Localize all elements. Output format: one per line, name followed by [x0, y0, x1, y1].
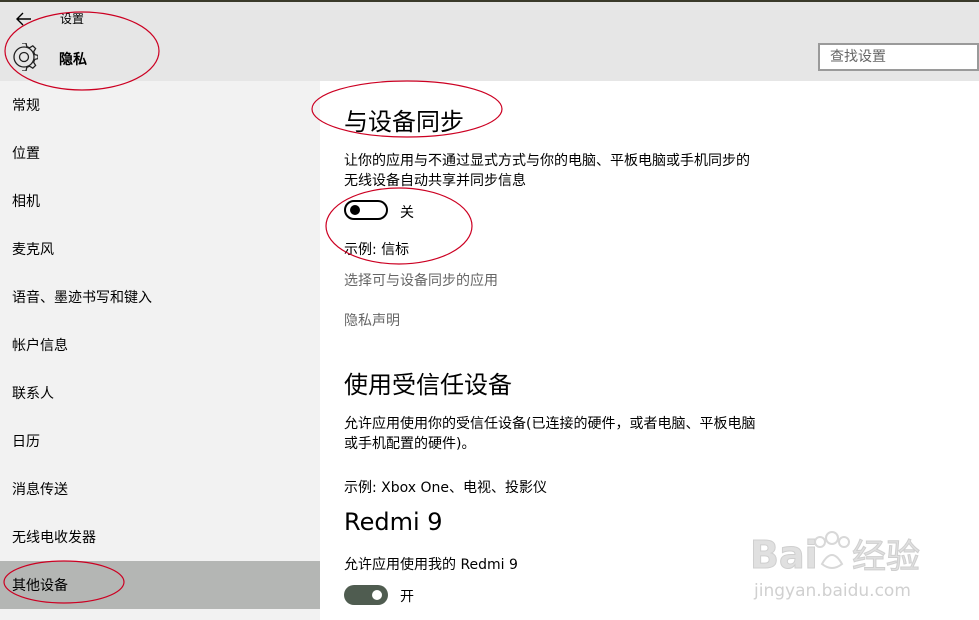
- app-title: 设置: [60, 12, 85, 26]
- gear-icon: [13, 43, 38, 71]
- privacy-statement-link[interactable]: 隐私声明: [344, 310, 400, 330]
- sync-section-title: 与设备同步: [344, 108, 464, 136]
- sidebar-item-calendar[interactable]: 日历: [0, 417, 320, 465]
- back-button[interactable]: [10, 8, 38, 30]
- sidebar-item-location[interactable]: 位置: [0, 129, 320, 177]
- device-toggle-label: 开: [400, 589, 414, 605]
- sidebar-item-messaging[interactable]: 消息传送: [0, 465, 320, 513]
- sidebar-item-other-devices[interactable]: 其他设备: [0, 561, 320, 609]
- sidebar-item-radios[interactable]: 无线电收发器: [0, 513, 320, 561]
- sidebar-item-contacts[interactable]: 联系人: [0, 369, 320, 417]
- trusted-description-line2: 或手机配置的硬件)。: [344, 436, 476, 452]
- sidebar-item-microphone[interactable]: 麦克风: [0, 225, 320, 273]
- search-box[interactable]: [818, 43, 979, 71]
- device-name: Redmi 9: [344, 508, 443, 536]
- sidebar-item-account-info[interactable]: 帐户信息: [0, 321, 320, 369]
- device-toggle[interactable]: [344, 585, 388, 605]
- trusted-section-title: 使用受信任设备: [344, 371, 512, 399]
- sync-toggle-label: 关: [400, 205, 414, 221]
- page-title: 隐私: [59, 52, 87, 68]
- toggle-knob: [372, 590, 382, 600]
- sidebar-item-speech-inking-typing[interactable]: 语音、墨迹书写和键入: [0, 273, 320, 321]
- back-arrow-icon: [16, 12, 31, 26]
- sync-toggle[interactable]: [344, 200, 388, 220]
- sync-description-line1: 让你的应用与不通过显式方式与你的电脑、平板电脑或手机同步的: [344, 153, 750, 169]
- device-allow-label: 允许应用使用我的 Redmi 9: [344, 557, 518, 573]
- sync-description-line2: 无线设备自动共享并同步信息: [344, 173, 526, 189]
- choose-apps-link[interactable]: 选择可与设备同步的应用: [344, 270, 498, 290]
- trusted-example: 示例: Xbox One、电视、投影仪: [344, 480, 548, 496]
- toggle-knob: [350, 205, 360, 215]
- sync-example: 示例: 信标: [344, 242, 410, 258]
- search-input[interactable]: [820, 45, 979, 69]
- header-bar: 设置 隐私: [0, 2, 979, 81]
- sidebar-item-camera[interactable]: 相机: [0, 177, 320, 225]
- sidebar: 常规 位置 相机 麦克风 语音、墨迹书写和键入 帐户信息 联系人 日历 消息传送…: [0, 81, 320, 620]
- trusted-description-line1: 允许应用使用你的受信任设备(已连接的硬件，或者电脑、平板电脑: [344, 416, 756, 432]
- main-content: 与设备同步 让你的应用与不通过显式方式与你的电脑、平板电脑或手机同步的 无线设备…: [320, 81, 979, 620]
- sidebar-item-general[interactable]: 常规: [0, 81, 320, 129]
